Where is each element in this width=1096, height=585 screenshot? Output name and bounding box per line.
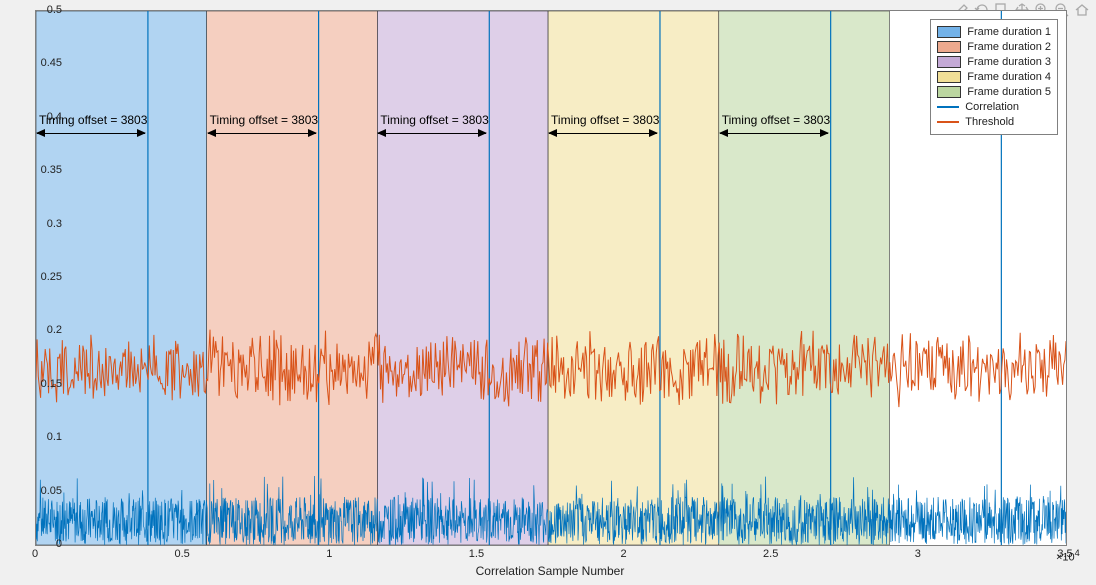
legend-item[interactable]: Frame duration 4 [937,70,1051,84]
legend-label: Frame duration 5 [967,85,1051,99]
timing-offset-annotation: Timing offset = 3803 [551,113,659,127]
double-arrow [378,133,486,134]
legend-item[interactable]: Frame duration 5 [937,85,1051,99]
y-tick-label: 0.2 [34,324,62,336]
double-arrow [208,133,316,134]
plot-svg [36,11,1066,545]
legend-item[interactable]: Threshold [937,115,1051,129]
y-tick-label: 0.1 [34,431,62,443]
timing-offset-annotation: Timing offset = 3803 [722,113,830,127]
y-tick-label: 0.5 [34,4,62,16]
x-tick-label: 0.5 [174,548,189,560]
double-arrow [549,133,657,134]
x-tick-label: 1 [326,548,332,560]
legend-swatch [937,86,961,98]
x-tick-label: 2.5 [763,548,778,560]
legend-item[interactable]: Frame duration 3 [937,55,1051,69]
legend-label: Frame duration 3 [967,55,1051,69]
home-icon[interactable] [1074,2,1090,18]
x-tick-label: 2 [621,548,627,560]
legend-line [937,106,959,108]
legend-item[interactable]: Frame duration 1 [937,25,1051,39]
y-tick-label: 0.35 [34,164,62,176]
legend-line [937,121,959,123]
legend-swatch [937,26,961,38]
timing-offset-annotation: Timing offset = 3803 [39,113,147,127]
timing-offset-annotation: Timing offset = 3803 [380,113,488,127]
legend-item[interactable]: Correlation [937,100,1051,114]
double-arrow [720,133,828,134]
y-tick-label: 0 [34,538,62,550]
legend-item[interactable]: Frame duration 2 [937,40,1051,54]
double-arrow [37,133,145,134]
legend-label: Frame duration 2 [967,40,1051,54]
y-tick-label: 0.15 [34,378,62,390]
legend-label: Correlation [965,100,1019,114]
x-axis-multiplier: ×104 [1056,548,1080,564]
legend[interactable]: Frame duration 1Frame duration 2Frame du… [930,19,1058,135]
axes[interactable]: Frame duration 1Frame duration 2Frame du… [35,10,1067,546]
legend-swatch [937,56,961,68]
timing-offset-annotation: Timing offset = 3803 [210,113,318,127]
plot-area [36,11,1066,545]
legend-label: Frame duration 1 [967,25,1051,39]
legend-label: Threshold [965,115,1014,129]
y-tick-label: 0.45 [34,57,62,69]
legend-label: Frame duration 4 [967,70,1051,84]
x-axis-label: Correlation Sample Number [35,564,1065,578]
x-tick-label: 1.5 [469,548,484,560]
legend-swatch [937,71,961,83]
y-tick-label: 0.3 [34,218,62,230]
x-tick-label: 0 [32,548,38,560]
y-tick-label: 0.25 [34,271,62,283]
y-tick-label: 0.05 [34,485,62,497]
x-tick-label: 3 [915,548,921,560]
legend-swatch [937,41,961,53]
figure-window: Frame duration 1Frame duration 2Frame du… [0,0,1096,585]
